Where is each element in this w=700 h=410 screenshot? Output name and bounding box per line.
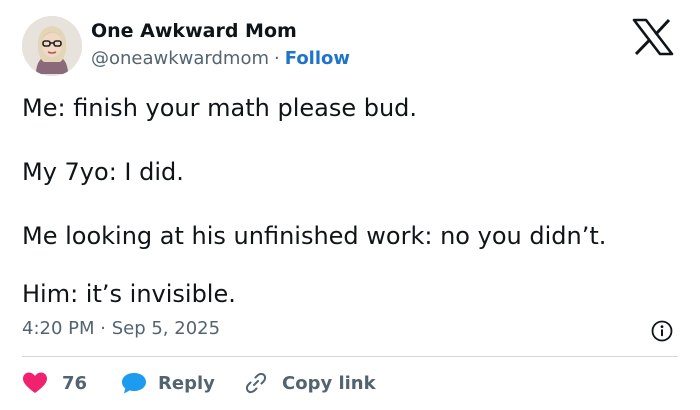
tweet-line: Me: finish your math please bud.: [22, 94, 418, 122]
tweet-line: Him: it’s invisible.: [22, 280, 236, 308]
author-handle[interactable]: @oneawkwardmom: [91, 48, 269, 69]
copy-link-button[interactable]: Copy link: [244, 368, 376, 398]
tweet-line: Me looking at his unfinished work: no yo…: [22, 222, 607, 250]
handle-separator: ·: [274, 48, 280, 69]
x-logo-icon[interactable]: [632, 18, 674, 56]
reply-label: Reply: [158, 372, 215, 394]
tweet-line: My 7yo: I did.: [22, 158, 184, 186]
reply-bubble-icon: [122, 373, 146, 394]
heart-icon: [23, 372, 47, 393]
copy-link-label: Copy link: [282, 372, 376, 394]
like-count: 76: [62, 372, 88, 394]
author-name[interactable]: One Awkward Mom: [91, 20, 297, 42]
tweet-timestamp[interactable]: 4:20 PM · Sep 5, 2025: [22, 318, 220, 339]
link-icon: [245, 372, 267, 394]
follow-button[interactable]: Follow: [285, 48, 350, 69]
avatar-image: [22, 16, 82, 76]
divider: [22, 356, 678, 357]
like-button[interactable]: 76: [22, 368, 87, 398]
reply-button[interactable]: Reply: [120, 368, 215, 398]
action-bar: 76 Reply Copy link: [22, 368, 682, 398]
tweet-card: One Awkward Mom @oneawkwardmom · Follow Me…: [0, 0, 700, 410]
avatar[interactable]: [22, 16, 82, 76]
author-handle-row: @oneawkwardmom · Follow: [91, 48, 350, 69]
info-icon[interactable]: [651, 320, 673, 342]
